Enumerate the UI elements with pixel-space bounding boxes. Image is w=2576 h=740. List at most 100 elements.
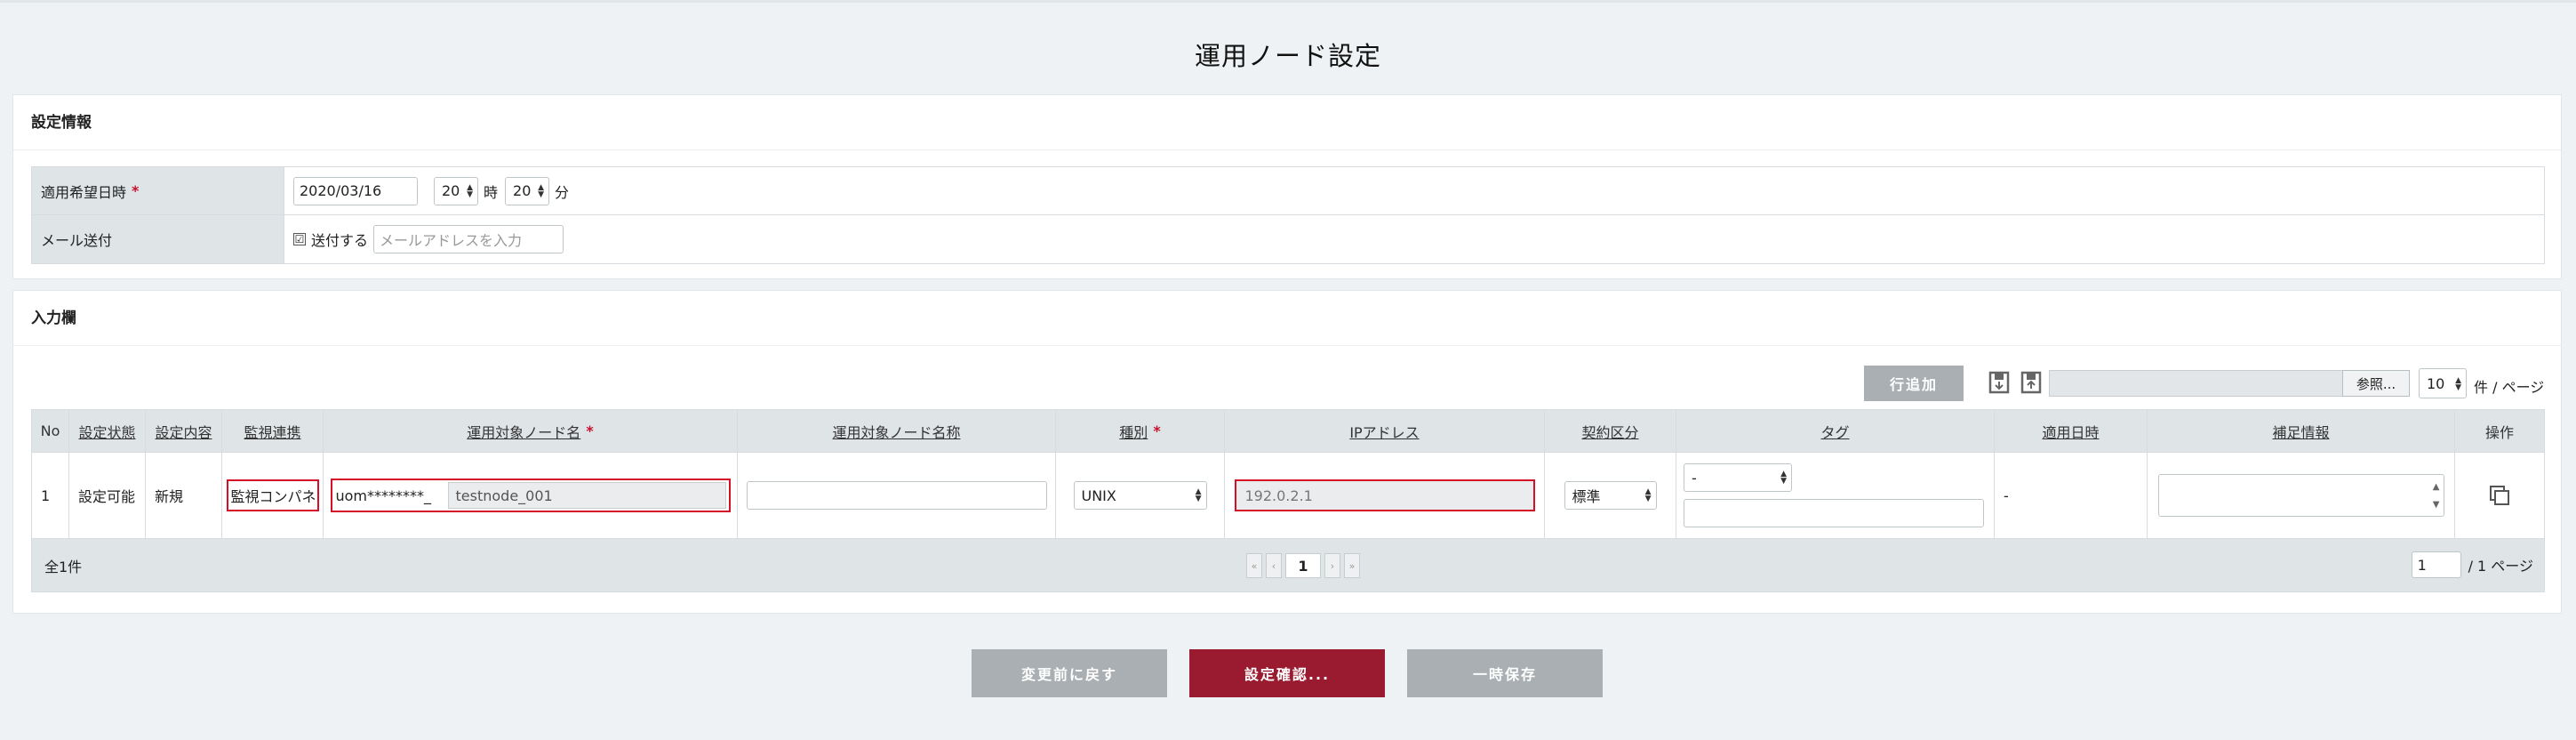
revert-button[interactable]: 変更前に戻す	[972, 649, 1167, 697]
col-operation: 操作	[2484, 423, 2514, 441]
input-panel-title: 入力欄	[13, 291, 2561, 346]
col-apply-datetime[interactable]: 適用日時	[1995, 410, 2148, 452]
row-operation-cell	[2455, 453, 2544, 538]
row-node-name-cell: uom********_ testnode_001	[324, 453, 738, 538]
node-table: No 設定状態 設定内容 監視連携 運用対象ノード名 * 運用対象ノード名称 種別…	[31, 409, 2545, 592]
node-name-field[interactable]: uom********_ testnode_001	[330, 479, 731, 512]
mail-label: メール送付	[32, 215, 284, 263]
top-border	[0, 0, 2576, 3]
page-title: 運用ノード設定	[1194, 41, 1381, 71]
kind-select-value: UNIX	[1081, 487, 1116, 504]
table-row: 1 設定可能 新規 監視コンパネ uom********_ testnode_0…	[32, 453, 2544, 538]
add-row-button[interactable]: 行追加	[1864, 366, 1964, 401]
monitoring-field[interactable]: 監視コンパネ	[226, 479, 319, 511]
row-status: 設定可能	[69, 453, 146, 538]
copy-icon[interactable]	[2488, 484, 2511, 507]
supplement-textarea[interactable]: ▲ ▼	[2157, 474, 2444, 517]
first-page-icon[interactable]: «	[1246, 553, 1262, 578]
mail-checkbox[interactable]: ☑ 送付する	[293, 229, 368, 250]
node-label-input[interactable]	[746, 481, 1047, 510]
total-count: 全1件	[44, 559, 83, 575]
row-monitoring-cell: 監視コンパネ	[222, 453, 324, 538]
table-header: No 設定状態 設定内容 監視連携 運用対象ノード名 * 運用対象ノード名称 種別…	[32, 410, 2544, 453]
page-jump: 1 / 1 ページ	[2411, 551, 2533, 578]
checkbox-checked-icon: ☑	[293, 233, 306, 245]
row-tag-cell: - ▲ ▼	[1676, 453, 1995, 538]
minute-select-value: 20	[513, 182, 532, 199]
settings-form: 適用希望日時 * 2020/03/16 20 ▲ ▼ 時 20 ▲ ▼ 分 メール送…	[31, 166, 2545, 264]
page-number-input[interactable]: 1	[2411, 551, 2461, 578]
next-page-icon[interactable]: ›	[1324, 553, 1340, 578]
col-tag[interactable]: タグ	[1676, 410, 1995, 452]
minute-unit: 分	[555, 183, 570, 201]
save-draft-button[interactable]: 一時保存	[1407, 649, 1603, 697]
hour-select-value: 20	[442, 182, 460, 199]
col-supplement[interactable]: 補足情報	[2148, 410, 2455, 452]
date-input[interactable]: 2020/03/16	[293, 176, 418, 205]
pagination: « ‹ 1 › »	[1246, 553, 1360, 578]
scrollbar-icon[interactable]: ▲ ▼	[2433, 479, 2440, 514]
mail-value: ☑ 送付する メールアドレスを入力	[284, 215, 2544, 263]
col-contract[interactable]: 契約区分	[1545, 410, 1676, 452]
tag-select-value: -	[1692, 469, 1697, 487]
required-mark: *	[1153, 422, 1161, 439]
contract-select-value: 標準	[1572, 488, 1601, 505]
confirm-settings-button[interactable]: 設定確認...	[1189, 649, 1385, 697]
col-ip[interactable]: IPアドレス	[1225, 410, 1545, 452]
spinner-icon: ▲ ▼	[1780, 470, 1787, 486]
col-monitoring[interactable]: 監視連携	[222, 410, 324, 452]
page-total: / 1 ページ	[2468, 558, 2533, 575]
per-page-unit: 件 / ページ	[2474, 379, 2545, 396]
col-content[interactable]: 設定内容	[146, 410, 222, 452]
spinner-icon: ▲ ▼	[467, 182, 473, 199]
spinner-icon: ▲ ▼	[2455, 376, 2461, 392]
last-page-icon[interactable]: »	[1344, 553, 1360, 578]
row-supplement-cell: ▲ ▼	[2148, 453, 2455, 538]
col-status[interactable]: 設定状態	[69, 410, 146, 452]
tag-input[interactable]	[1684, 499, 1984, 527]
form-row-mail: メール送付 ☑ 送付する メールアドレスを入力	[32, 215, 2544, 263]
form-row-datetime: 適用希望日時 * 2020/03/16 20 ▲ ▼ 時 20 ▲ ▼ 分	[32, 167, 2544, 215]
datetime-label-text: 適用希望日時	[41, 183, 127, 201]
datetime-value: 2020/03/16 20 ▲ ▼ 時 20 ▲ ▼ 分	[284, 167, 2544, 214]
col-no: No	[32, 410, 69, 452]
prev-page-icon[interactable]: ‹	[1266, 553, 1282, 578]
datetime-label: 適用希望日時 *	[32, 167, 284, 214]
per-page-value: 10	[2427, 374, 2445, 392]
spinner-icon: ▲ ▼	[1644, 487, 1652, 503]
spinner-icon: ▲ ▼	[538, 182, 545, 199]
row-apply-datetime: -	[1995, 453, 2148, 538]
tag-select[interactable]: - ▲ ▼	[1684, 463, 1792, 492]
download-icon[interactable]	[1988, 371, 2010, 394]
settings-panel-title: 設定情報	[13, 95, 2561, 150]
current-page[interactable]: 1	[1285, 553, 1321, 578]
browse-button[interactable]: 参照...	[2342, 370, 2410, 397]
hour-select[interactable]: 20 ▲ ▼	[434, 176, 478, 205]
row-contract-cell: 標準 ▲ ▼	[1545, 453, 1676, 538]
kind-select[interactable]: UNIX ▲ ▼	[1073, 481, 1207, 510]
per-page-select[interactable]: 10 ▲ ▼	[2419, 368, 2467, 398]
mail-checkbox-label: 送付する	[311, 232, 369, 249]
row-content: 新規	[146, 453, 222, 538]
node-name-input[interactable]: testnode_001	[447, 482, 726, 509]
spinner-icon: ▲ ▼	[1195, 487, 1202, 503]
col-node-label[interactable]: 運用対象ノード名称	[738, 410, 1056, 452]
col-kind[interactable]: 種別 *	[1056, 410, 1225, 452]
row-no: 1	[32, 453, 69, 538]
upload-icon[interactable]	[2020, 371, 2042, 394]
input-panel: 入力欄 行追加 参照... 10 ▲ ▼ 件 / ページ No 設定状態 設定内容…	[12, 290, 2562, 614]
file-path-field[interactable]	[2049, 370, 2342, 397]
contract-select[interactable]: 標準 ▲ ▼	[1564, 481, 1657, 510]
email-input[interactable]: メールアドレスを入力	[373, 225, 564, 253]
row-node-label-cell	[738, 453, 1056, 538]
minute-select[interactable]: 20 ▲ ▼	[505, 176, 550, 205]
ip-address-field[interactable]: 192.0.2.1	[1234, 479, 1535, 511]
settings-panel: 設定情報 適用希望日時 * 2020/03/16 20 ▲ ▼ 時 20 ▲ ▼ 分	[12, 94, 2562, 279]
col-node-name[interactable]: 運用対象ノード名 *	[324, 410, 738, 452]
hour-unit: 時	[484, 183, 499, 201]
row-kind-cell: UNIX ▲ ▼	[1056, 453, 1225, 538]
node-name-prefix: uom********_	[335, 487, 432, 504]
row-ip-cell: 192.0.2.1	[1225, 453, 1545, 538]
required-mark: *	[132, 182, 140, 199]
table-footer: 全1件 « ‹ 1 › » 1 / 1 ページ	[32, 538, 2544, 591]
